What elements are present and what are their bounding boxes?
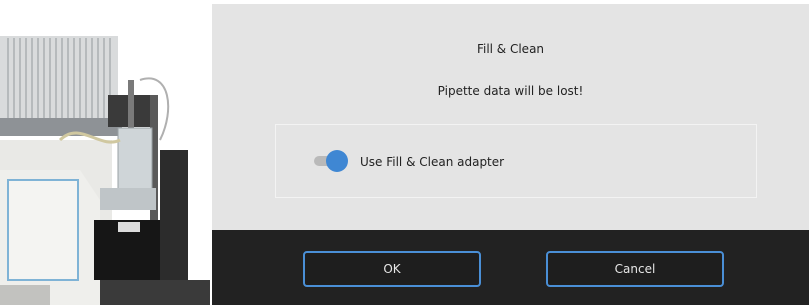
warning-message: Pipette data will be lost! bbox=[437, 84, 584, 98]
titrator-device-image bbox=[0, 36, 210, 305]
toggle-knob bbox=[326, 150, 348, 172]
ok-button[interactable]: OK bbox=[303, 251, 481, 287]
dialog-footer: OK Cancel bbox=[212, 230, 809, 305]
adapter-option-panel: Use Fill & Clean adapter bbox=[275, 124, 757, 198]
fill-clean-dialog: Fill & Clean Pipette data will be lost! … bbox=[212, 4, 809, 305]
device-photo bbox=[0, 0, 212, 305]
fill-clean-adapter-toggle[interactable] bbox=[312, 150, 348, 172]
cancel-button[interactable]: Cancel bbox=[546, 251, 724, 287]
adapter-option-label: Use Fill & Clean adapter bbox=[360, 155, 505, 169]
dialog-title: Fill & Clean bbox=[476, 42, 545, 56]
